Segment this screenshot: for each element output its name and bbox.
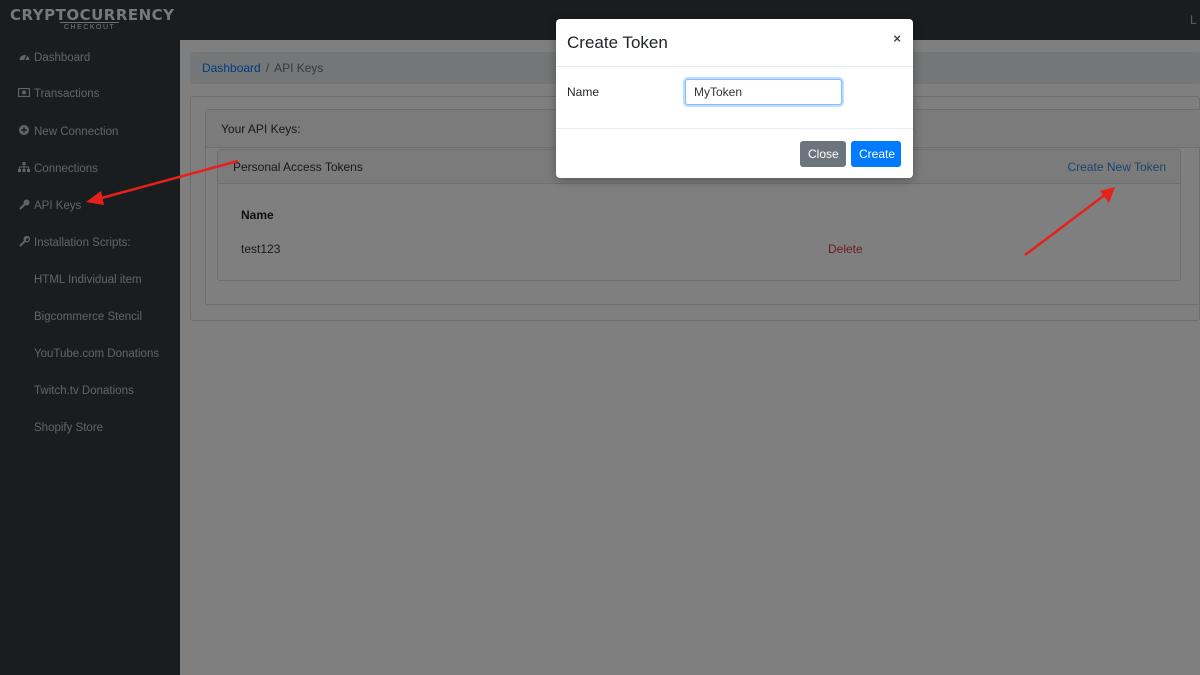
modal-footer: Close Create bbox=[556, 129, 913, 178]
token-name-input[interactable] bbox=[685, 79, 842, 105]
modal-body: Name bbox=[556, 67, 913, 129]
modal-header: Create Token × bbox=[556, 19, 913, 67]
close-icon[interactable]: × bbox=[893, 31, 901, 46]
name-field-label: Name bbox=[567, 85, 600, 99]
create-token-modal: Create Token × Name Close Create bbox=[556, 19, 913, 178]
modal-title: Create Token bbox=[567, 33, 668, 52]
create-button[interactable]: Create bbox=[851, 141, 901, 167]
close-button[interactable]: Close bbox=[800, 141, 846, 167]
